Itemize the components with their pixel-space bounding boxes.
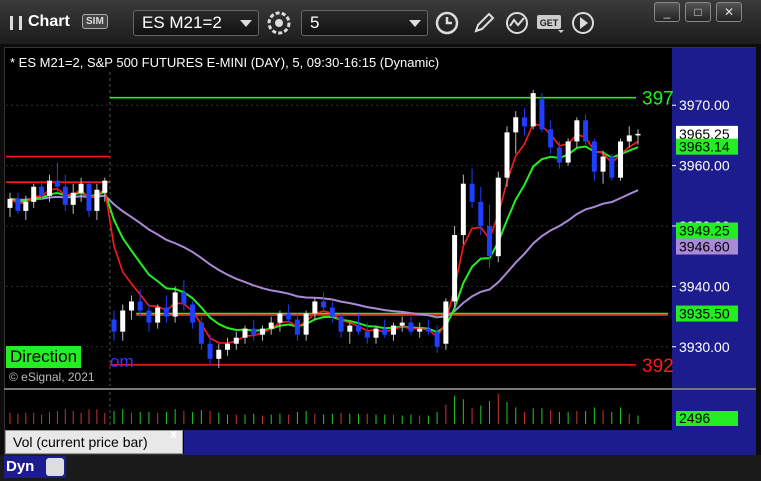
candle-body xyxy=(347,325,353,332)
candle-body xyxy=(530,93,536,127)
y-tick-label: 3970.00 xyxy=(679,97,730,113)
candle-body xyxy=(198,322,204,344)
candle-body xyxy=(15,198,21,211)
candle-body xyxy=(277,313,283,323)
candle-body xyxy=(626,135,632,142)
candle-body xyxy=(609,156,615,178)
time-axis[interactable] xyxy=(0,455,761,481)
volume-label-text: Vol (current price bar) xyxy=(13,434,148,450)
direction-label: Direction xyxy=(6,346,82,368)
candle-body xyxy=(338,316,344,332)
candle-body xyxy=(146,310,152,323)
candle-body xyxy=(294,319,300,335)
candle-body xyxy=(39,186,45,196)
candle-body xyxy=(478,201,484,226)
price-label: 3963.14 xyxy=(679,139,730,155)
candle-body xyxy=(425,328,431,332)
candle-body xyxy=(111,319,117,332)
candle-body xyxy=(172,292,178,317)
candle-body xyxy=(452,235,458,302)
candle-body xyxy=(539,99,545,130)
candle-body xyxy=(163,307,169,317)
watermark: © eSignal, 2021 xyxy=(9,370,95,384)
candle-body xyxy=(268,322,274,329)
candle-body xyxy=(356,325,362,332)
candle-body xyxy=(207,343,213,359)
candle-body xyxy=(408,322,414,332)
dyn-label: Dyn xyxy=(6,458,35,475)
candle-body xyxy=(382,328,388,335)
dyn-button[interactable]: Dyn xyxy=(4,456,66,478)
candle-body xyxy=(556,147,562,163)
y-tick-label: 3960.00 xyxy=(679,158,730,174)
candle-body xyxy=(312,301,318,314)
candle-body xyxy=(31,186,37,202)
candle-body xyxy=(102,180,108,193)
candle-body xyxy=(23,201,29,211)
candle-body xyxy=(583,120,589,142)
chart-header: * ES M21=2, S&P 500 FUTURES E-MINI (DAY)… xyxy=(10,55,440,70)
volume-close-button[interactable]: x xyxy=(170,426,177,441)
price-chart: 3930.003940.003950.003960.003970.00 3965… xyxy=(4,48,756,476)
candle-body xyxy=(548,129,554,148)
candle-body xyxy=(443,301,449,344)
candle-body xyxy=(233,337,239,344)
candle-body xyxy=(495,177,501,257)
candle-body xyxy=(487,225,493,257)
candle-body xyxy=(155,307,161,323)
candle-body xyxy=(47,180,52,196)
candle-body xyxy=(225,343,231,350)
candle-body xyxy=(251,328,257,335)
level-label: 397 xyxy=(642,89,674,110)
volume-label: Vol (current price bar) xyxy=(5,430,183,454)
direction-text: Direction xyxy=(10,347,78,366)
candle-body xyxy=(390,325,396,335)
candle-body xyxy=(329,307,335,317)
candle-body xyxy=(635,133,641,136)
candle-body xyxy=(565,141,571,163)
hand-icon xyxy=(46,458,64,476)
candle-body xyxy=(417,328,423,332)
candle-body xyxy=(469,183,475,202)
volume-value: 2496 xyxy=(679,410,710,426)
candle-body xyxy=(460,183,466,236)
direction-suffix: om xyxy=(110,352,134,371)
candle-body xyxy=(591,141,597,172)
y-tick-label: 3930.00 xyxy=(679,339,730,355)
candle-body xyxy=(513,117,519,133)
candle-body xyxy=(216,349,222,359)
y-tick-label: 3940.00 xyxy=(679,278,730,294)
candle-body xyxy=(321,301,327,308)
price-label: 3946.60 xyxy=(679,239,730,255)
candle-body xyxy=(504,132,510,178)
candle-body xyxy=(94,189,100,211)
candle-body xyxy=(190,304,196,323)
candle-body xyxy=(521,117,527,127)
candle-body xyxy=(600,156,606,172)
candle-body xyxy=(181,292,187,305)
candle-body xyxy=(62,186,68,205)
volume-label-bar xyxy=(184,430,756,455)
candle-body xyxy=(70,192,76,205)
candle-body xyxy=(78,183,84,193)
candle-body xyxy=(242,328,248,338)
candle-body xyxy=(120,310,126,332)
candle-body xyxy=(86,183,92,211)
candle-body xyxy=(259,328,265,335)
level-label: 392 xyxy=(642,356,674,377)
candle-body xyxy=(286,313,292,320)
candle-body xyxy=(303,313,309,335)
candle-body xyxy=(373,328,379,338)
candle-body xyxy=(54,180,60,187)
candle-body xyxy=(128,301,134,311)
candle-body xyxy=(618,141,624,178)
candle-body xyxy=(434,331,440,347)
candle-body xyxy=(137,301,143,311)
price-label: 3949.25 xyxy=(679,223,730,239)
candle-body xyxy=(364,331,370,338)
candle-body xyxy=(7,198,13,208)
candle-body xyxy=(574,120,580,142)
candle-body xyxy=(399,322,405,326)
price-label: 3935.50 xyxy=(679,306,730,322)
